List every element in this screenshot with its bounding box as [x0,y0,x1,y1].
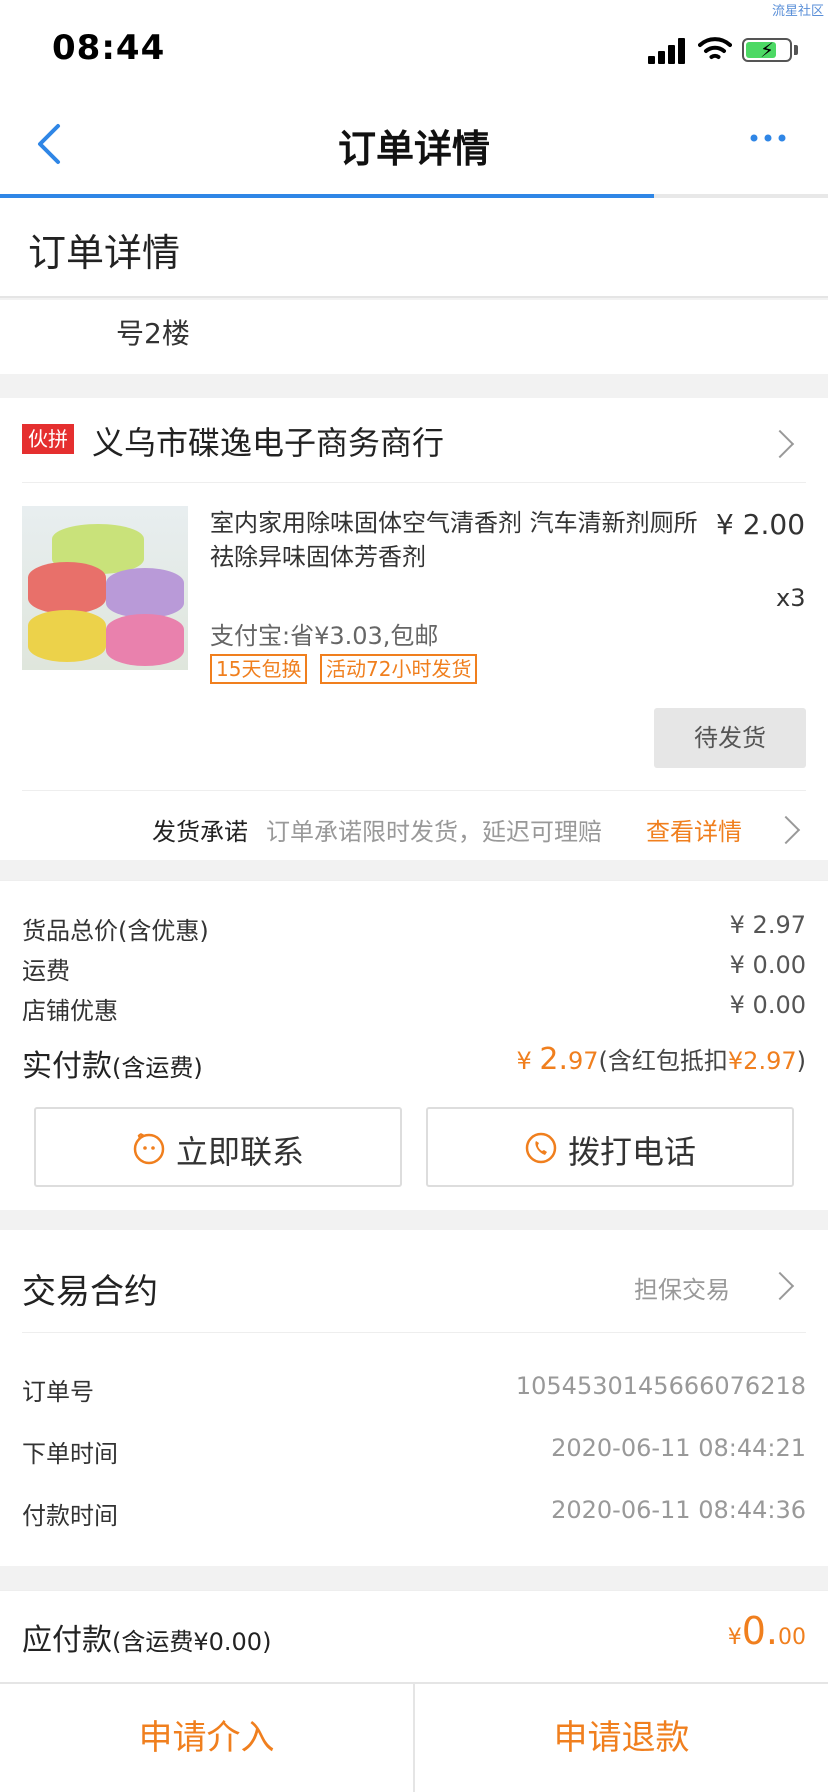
paid-note-amount: ¥2.97 [727,1047,797,1075]
paid-label-suffix: (含运费) [112,1054,203,1082]
address-text: 号2楼 [116,317,190,350]
request-intervention-button[interactable]: 申请介入 [0,1684,413,1792]
paid-int: 2. [539,1042,568,1077]
payable-label: 应付款(含运费¥0.00) [22,1615,271,1659]
detail-header: 订单详情 [0,198,828,298]
payable-amount: ¥0.00 [728,1609,806,1653]
paid-amount: ¥ 2.97(含红包抵扣¥2.97) [516,1041,806,1077]
nav-bar: 订单详情 [0,96,828,194]
price-value-store-discount: ¥ 0.00 [729,991,806,1019]
tag-exchange: 15天包换 [210,654,308,684]
phone-icon [525,1132,557,1164]
status-time: 08:44 [52,28,166,68]
price-value-goods: ¥ 2.97 [729,911,806,939]
divider [22,1332,806,1333]
paid-symbol: ¥ [516,1047,540,1075]
divider [22,790,806,791]
group-buy-badge: 伙拼 [22,424,74,454]
battery-nub [794,45,798,55]
more-icon[interactable] [748,118,788,158]
price-section: 货品总价(含优惠) ¥ 2.97 运费 ¥ 0.00 店铺优惠 ¥ 0.00 实… [0,880,828,1210]
shipping-promise-row[interactable]: 发货承诺 订单承诺限时发货，延迟可理赔 查看详情 [0,812,828,852]
address-section: 号2楼 [0,300,828,374]
product-quantity: x3 [776,584,806,612]
battery-icon: ⚡ [742,38,792,62]
promise-desc: 订单承诺限时发货，延迟可理赔 [266,818,602,846]
call-seller-label: 拨打电话 [568,1133,697,1171]
order-number-label: 订单号 [22,1378,94,1406]
call-seller-button[interactable]: 拨打电话 [426,1107,794,1187]
promise-detail-link[interactable]: 查看详情 [646,812,742,847]
trade-type[interactable]: 担保交易 [634,1270,730,1305]
payment-time-value: 2020-06-11 08:44:36 [551,1496,806,1524]
wifi-icon [698,37,732,59]
signal-icon [648,38,688,64]
trade-contract-section: 交易合约 担保交易 订单号 1054530145666076218 下单时间 2… [0,1230,828,1566]
payable-section: 应付款(含运费¥0.00) ¥0.00 [0,1590,828,1682]
paid-dec: 97 [567,1047,599,1075]
price-value-shipping: ¥ 0.00 [729,951,806,979]
chevron-right-icon[interactable] [765,1271,795,1301]
price-label-store-discount: 店铺优惠 [22,997,118,1025]
payable-label-text: 应付款 [22,1623,112,1658]
store-card: 伙拼 义乌市碟逸电子商务商行 室内家用除味固体空气清香剂 汽车清新剂厕所祛除异味… [0,398,828,860]
product-title[interactable]: 室内家用除味固体空气清香剂 汽车清新剂厕所祛除异味固体芳香剂 [210,506,700,574]
payable-int: 0. [741,1609,778,1653]
watermark: 流星社区 [771,4,824,19]
payable-symbol: ¥ [727,1625,742,1650]
paid-label: 实付款(含运费) [22,1041,203,1085]
payable-dec: 00 [778,1625,806,1650]
chevron-right-icon[interactable] [765,429,795,459]
divider [22,482,806,483]
store-name[interactable]: 义乌市碟逸电子商务商行 [92,418,444,464]
status-bar: 08:44 流星社区 ⚡ [0,0,828,96]
pending-shipment-button[interactable]: 待发货 [654,708,806,768]
price-label-shipping: 运费 [22,957,70,985]
page-title: 订单详情 [337,127,490,171]
chevron-right-icon[interactable] [771,815,801,845]
bottom-action-bar: 申请介入 申请退款 [0,1682,828,1792]
order-time-label: 下单时间 [22,1440,118,1468]
payment-time-label: 付款时间 [22,1502,118,1530]
payable-label-suffix: (含运费¥0.00) [112,1628,272,1656]
product-promo: 支付宝:省¥3.03,包邮 [210,622,439,650]
tag-shipping: 活动72小时发货 [320,654,478,684]
request-refund-button[interactable]: 申请退款 [415,1684,828,1792]
section-title: 订单详情 [28,231,181,275]
paid-note-suffix: ) [796,1047,806,1075]
order-number-value: 1054530145666076218 [515,1372,806,1400]
trade-contract-title: 交易合约 [22,1272,158,1312]
paid-note-prefix: (含红包抵扣 [598,1047,728,1075]
order-time-value: 2020-06-11 08:44:21 [551,1434,806,1462]
product-image[interactable] [22,506,188,670]
promise-label: 发货承诺 [152,818,248,846]
paid-label-text: 实付款 [22,1049,112,1084]
product-price: ¥ 2.00 [716,508,806,541]
contact-seller-label: 立即联系 [176,1133,305,1171]
contact-seller-button[interactable]: 立即联系 [34,1107,402,1187]
price-label-goods: 货品总价(含优惠) [22,917,209,945]
chat-face-icon [133,1131,165,1165]
